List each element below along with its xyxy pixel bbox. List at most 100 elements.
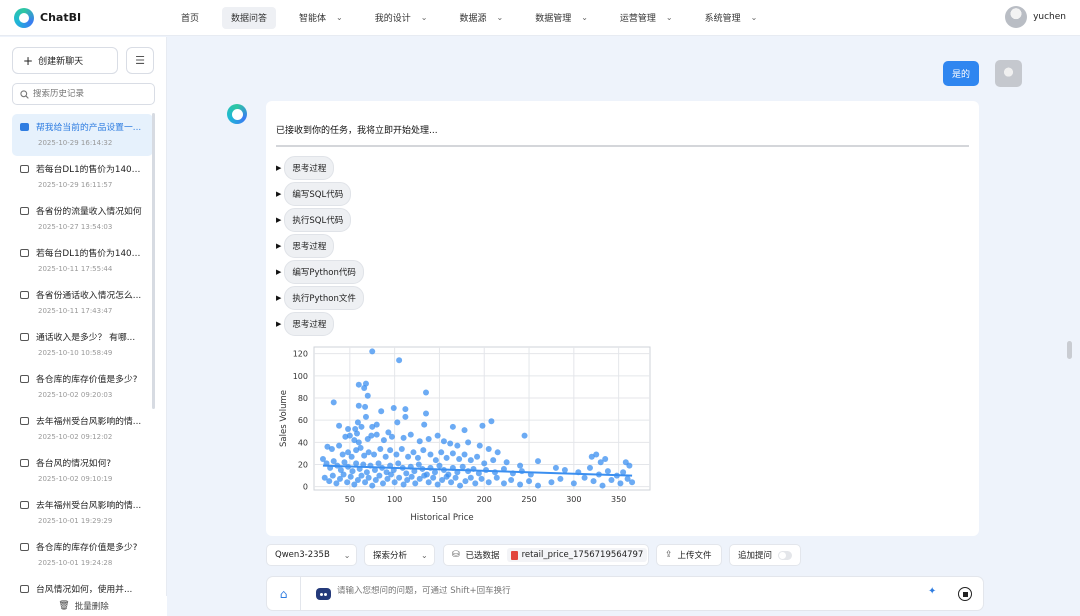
upload-file-button[interactable]: ⇪ 上传文件 [656, 544, 722, 566]
expand-triangle-icon[interactable]: ▶ [276, 294, 281, 302]
database-icon: ⛁ [452, 550, 460, 560]
data-point [449, 423, 456, 430]
bulk-delete-button[interactable]: 🗑 批量删除 [0, 596, 167, 616]
mode-select-value: 探索分析 [373, 551, 408, 561]
nav-item-7[interactable]: 系统管理 ⌄ [696, 7, 767, 29]
data-point [561, 467, 568, 474]
assistant-avatar-icon [227, 104, 247, 124]
chevron-down-icon: ⌄ [420, 13, 428, 22]
model-select-value: Qwen3-235B [275, 550, 330, 560]
magic-wand-icon[interactable]: ✦ [928, 586, 936, 597]
data-point [390, 404, 397, 411]
history-item[interactable]: 各仓库的库存价值是多少? 2025-10-02 09:20:03 [12, 366, 153, 408]
process-step[interactable]: ▶ 思考过程 [276, 233, 364, 259]
stop-icon[interactable] [958, 587, 972, 601]
history-item[interactable]: 各省份的流量收入情况如何 2025-10-27 13:54:03 [12, 198, 153, 240]
new-chat-button[interactable]: + 创建新聊天 [12, 47, 118, 74]
data-point [500, 480, 507, 487]
data-point [490, 457, 497, 464]
data-point [557, 475, 564, 482]
app-logo[interactable]: ChatBI [14, 7, 170, 28]
mode-select[interactable]: 探索分析 ⌄ [364, 544, 435, 566]
data-point [365, 449, 372, 456]
data-point [485, 479, 492, 486]
history-item[interactable]: 去年福州受台风影响的情... 2025-10-02 09:12:02 [12, 408, 153, 450]
nav-item-2[interactable]: 智能体 ⌄ [290, 7, 352, 29]
history-item-time: 2025-10-11 17:43:47 [38, 307, 113, 315]
process-step-label: 思考过程 [284, 234, 335, 258]
process-step[interactable]: ▶ 思考过程 [276, 155, 364, 181]
page-scrollbar[interactable] [1067, 341, 1072, 359]
history-item[interactable]: 若每台DL1的售价为1400... 2025-10-11 17:55:44 [12, 240, 153, 282]
y-tick-label: 60 [298, 416, 308, 425]
history-search-input[interactable] [33, 89, 143, 99]
nav-item-3[interactable]: 我的设计 ⌄ [366, 7, 437, 29]
user-menu[interactable]: yuchen [1005, 6, 1066, 28]
toolbox-button[interactable]: ⌂ [267, 577, 301, 610]
data-point [462, 478, 469, 485]
data-point [440, 438, 447, 445]
history-item[interactable]: 去年福州受台风影响的情... 2025-10-01 19:29:29 [12, 492, 153, 534]
history-item-title: 各仓库的库存价值是多少? [36, 543, 138, 553]
history-item-title: 去年福州受台风影响的情... [36, 501, 142, 511]
data-point [395, 460, 402, 467]
nav-item-label: 首页 [181, 14, 200, 24]
model-select[interactable]: Qwen3-235B ⌄ [266, 544, 357, 566]
process-step[interactable]: ▶ 执行Python文件 [276, 285, 364, 311]
expand-triangle-icon[interactable]: ▶ [276, 242, 281, 250]
data-point [362, 413, 369, 420]
history-item[interactable]: 帮我给当前的产品设置一... 2025-10-29 16:14:32 [12, 114, 153, 156]
expand-triangle-icon[interactable]: ▶ [276, 190, 281, 198]
history-item[interactable]: 各省份通话收入情况怎么... 2025-10-11 17:43:47 [12, 282, 153, 324]
chat-input[interactable] [337, 586, 877, 596]
chat-bubble-icon [20, 584, 29, 593]
process-step[interactable]: ▶ 执行SQL代码 [276, 207, 364, 233]
data-point [328, 445, 335, 452]
nav-item-4[interactable]: 数据源 ⌄ [450, 7, 512, 29]
data-point [599, 482, 606, 489]
expand-triangle-icon[interactable]: ▶ [276, 320, 281, 328]
nav-item-1[interactable]: 数据问答 [222, 6, 277, 29]
nav-item-5[interactable]: 数据管理 ⌄ [526, 7, 597, 29]
history-scrollbar[interactable] [152, 113, 155, 409]
data-point [434, 481, 441, 488]
chat-history-sidebar: + 创建新聊天 ☰ 帮我给当前的产品设置一... 2025-10-29 16:14… [0, 37, 167, 616]
data-point [443, 454, 450, 461]
expand-triangle-icon[interactable]: ▶ [276, 216, 281, 224]
followup-switch[interactable] [778, 550, 792, 560]
data-point [456, 455, 463, 462]
history-item-title: 去年福州受台风影响的情... [36, 417, 142, 427]
history-item[interactable]: 若每台DL1的售价为1400... 2025-10-29 16:11:57 [12, 156, 153, 198]
expand-triangle-icon[interactable]: ▶ [276, 164, 281, 172]
history-item[interactable]: 通话收入是多少？ 有哪... 2025-10-10 10:58:49 [12, 324, 153, 366]
nav-item-label: 数据问答 [231, 14, 268, 24]
nav-item-6[interactable]: 运营管理 ⌄ [611, 7, 682, 29]
chevron-down-icon: ⌄ [421, 550, 428, 560]
data-point [421, 472, 428, 479]
data-point [593, 451, 600, 458]
data-point [427, 451, 434, 458]
user-avatar[interactable] [1005, 6, 1028, 28]
expand-triangle-icon[interactable]: ▶ [276, 268, 281, 276]
selected-data-chip[interactable]: ⛁ 已选数据 retail_price_1756719564797 [443, 544, 649, 566]
history-item[interactable]: 各台风的情况如何? 2025-10-02 09:10:19 [12, 450, 153, 492]
selected-file-tag[interactable]: retail_price_1756719564797 [506, 548, 648, 562]
history-item[interactable]: 各仓库的库存价值是多少? 2025-10-01 19:24:28 [12, 534, 153, 576]
collapse-sidebar-button[interactable]: ☰ [126, 47, 154, 74]
chat-bubble-icon [20, 290, 29, 299]
nav-item-0[interactable]: 首页 [172, 7, 208, 29]
data-point [358, 472, 365, 479]
process-step[interactable]: ▶ 编写SQL代码 [276, 181, 364, 207]
process-step[interactable]: ▶ 编写Python代码 [276, 259, 364, 285]
data-point [380, 437, 387, 444]
chat-bubble-icon [20, 500, 29, 509]
user-name: yuchen [1033, 12, 1066, 22]
chat-composer: ⌂ ✦ [266, 576, 984, 611]
data-point [348, 453, 355, 460]
data-point [405, 453, 412, 460]
data-point [393, 451, 400, 458]
process-step[interactable]: ▶ 思考过程 [276, 311, 364, 337]
history-search[interactable] [12, 83, 155, 105]
history-item[interactable]: 台风情况如何，使用并... [12, 576, 153, 594]
followup-toggle[interactable]: 追加提问 [729, 544, 801, 566]
